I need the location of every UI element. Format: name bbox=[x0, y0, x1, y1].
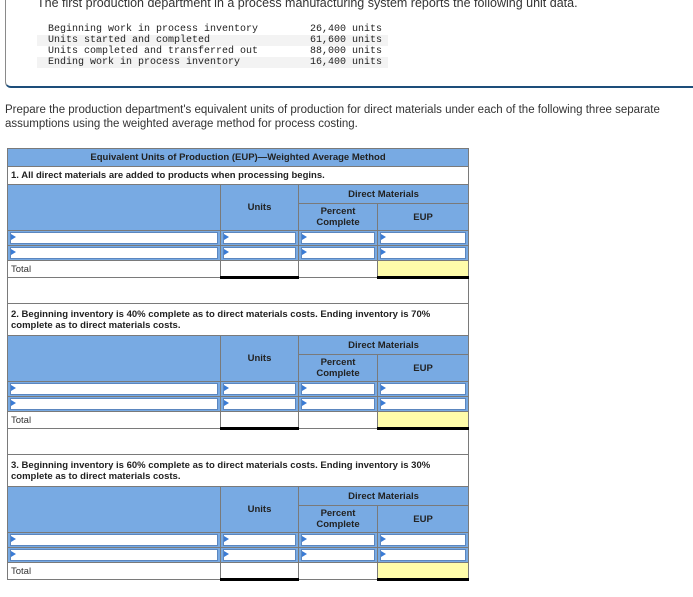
total-label: Total bbox=[7, 411, 221, 429]
case-3-row-1-units-input[interactable] bbox=[223, 534, 296, 546]
label-column-header bbox=[7, 335, 221, 382]
unit-data-row: Units started and completed 61,600 units bbox=[37, 35, 389, 46]
case-3-row-2-label-dropdown[interactable] bbox=[10, 549, 218, 561]
case-3-row-2-percent-input[interactable] bbox=[301, 549, 375, 561]
case-1-row-2-label-dropdown[interactable] bbox=[10, 247, 218, 259]
case-1-row-2-eup-input[interactable] bbox=[380, 247, 467, 259]
table-row bbox=[7, 547, 470, 563]
eup-header: EUP bbox=[376, 203, 470, 231]
table-title: Equivalent Units of Production (EUP)—Wei… bbox=[6, 148, 470, 167]
case-3-units-total bbox=[220, 562, 299, 581]
instructions-text: Prepare the production department's equi… bbox=[5, 104, 660, 130]
direct-materials-header: Direct Materials bbox=[297, 184, 470, 204]
case-2-row-2-percent-input[interactable] bbox=[301, 398, 375, 410]
total-row: Total bbox=[7, 260, 470, 279]
units-header: Units bbox=[220, 335, 299, 382]
table-row bbox=[7, 245, 470, 261]
table-row bbox=[7, 532, 470, 548]
case-1-eup-total-input[interactable] bbox=[376, 260, 470, 279]
direct-materials-header: Direct Materials bbox=[297, 486, 470, 506]
unit-data-value: 16,400 units bbox=[270, 57, 389, 68]
table-row bbox=[7, 396, 470, 412]
percent-complete-header: Percent Complete bbox=[298, 354, 378, 382]
units-header: Units bbox=[220, 184, 299, 231]
table-row bbox=[7, 381, 470, 397]
label-column-header bbox=[7, 184, 221, 231]
unit-data-row: Units completed and transferred out 88,00… bbox=[37, 46, 388, 57]
units-header: Units bbox=[220, 486, 299, 533]
case-3-percent-total bbox=[298, 562, 378, 580]
case-2-row-1-eup-input[interactable] bbox=[380, 383, 467, 395]
unit-data-value: 26,400 units bbox=[310, 24, 383, 35]
total-label: Total bbox=[7, 260, 221, 278]
case-1-percent-total bbox=[298, 260, 378, 278]
case-1-row-1-label-dropdown[interactable] bbox=[10, 232, 218, 244]
case-2-row-2-eup-input[interactable] bbox=[380, 398, 467, 410]
case-1-row-2-percent-input[interactable] bbox=[301, 247, 375, 259]
total-row: Total bbox=[7, 562, 470, 581]
spacer bbox=[6, 428, 470, 455]
case-3-row-1-label-dropdown[interactable] bbox=[10, 534, 218, 546]
case-2-eup-total-input[interactable] bbox=[376, 411, 470, 430]
case-2-row-1-label-dropdown[interactable] bbox=[10, 383, 218, 395]
unit-data-row: Beginning work in process inventory 26,40… bbox=[37, 24, 388, 35]
case-1-row-1-eup-input[interactable] bbox=[380, 232, 467, 244]
case-2-description: 2. Beginning inventory is 40% complete a… bbox=[6, 303, 470, 336]
case-2-row-2-label-dropdown[interactable] bbox=[10, 398, 218, 410]
table-row bbox=[7, 230, 470, 246]
percent-complete-header: Percent Complete bbox=[298, 505, 378, 533]
case-2-row-1-percent-input[interactable] bbox=[301, 383, 375, 395]
case-3-description: 3. Beginning inventory is 60% complete a… bbox=[6, 454, 470, 487]
unit-data-label: Units completed and transferred out bbox=[48, 46, 259, 57]
unit-data-row: Ending work in process inventory 16,400 u… bbox=[37, 57, 389, 68]
unit-data-label: Ending work in process inventory bbox=[37, 57, 271, 68]
case-3-row-2-eup-input[interactable] bbox=[380, 549, 467, 561]
eup-header: EUP bbox=[376, 505, 470, 533]
spacer bbox=[6, 277, 470, 304]
total-label: Total bbox=[7, 562, 221, 580]
percent-complete-header: Percent Complete bbox=[298, 203, 378, 231]
case-1-description: 1. All direct materials are added to pro… bbox=[6, 166, 470, 185]
case-3-eup-total-input[interactable] bbox=[376, 562, 470, 581]
unit-data-label: Beginning work in process inventory bbox=[48, 24, 259, 35]
case-2-percent-total bbox=[298, 411, 378, 429]
case-3-row-1-eup-input[interactable] bbox=[380, 534, 467, 546]
intro-text: The first production department in a pro… bbox=[37, 0, 578, 10]
unit-data-label: Units started and completed bbox=[37, 35, 271, 46]
case-1-row-2-units-input[interactable] bbox=[223, 247, 296, 259]
eup-table: Equivalent Units of Production (EUP)—Wei… bbox=[6, 148, 470, 581]
direct-materials-header: Direct Materials bbox=[297, 335, 470, 355]
case-1-units-total bbox=[220, 260, 299, 279]
case-1-row-1-units-input[interactable] bbox=[223, 232, 296, 244]
eup-header: EUP bbox=[376, 354, 470, 382]
case-2-units-total bbox=[220, 411, 299, 430]
total-row: Total bbox=[7, 411, 470, 430]
case-2-row-2-units-input[interactable] bbox=[223, 398, 296, 410]
unit-data-table: Beginning work in process inventory 26,40… bbox=[37, 24, 389, 68]
unit-data-value: 88,000 units bbox=[310, 46, 383, 57]
label-column-header bbox=[7, 486, 221, 533]
case-3-row-2-units-input[interactable] bbox=[223, 549, 296, 561]
case-1-row-1-percent-input[interactable] bbox=[301, 232, 375, 244]
case-3-row-1-percent-input[interactable] bbox=[301, 534, 375, 546]
unit-data-value: 61,600 units bbox=[270, 35, 389, 46]
case-2-row-1-units-input[interactable] bbox=[223, 383, 296, 395]
